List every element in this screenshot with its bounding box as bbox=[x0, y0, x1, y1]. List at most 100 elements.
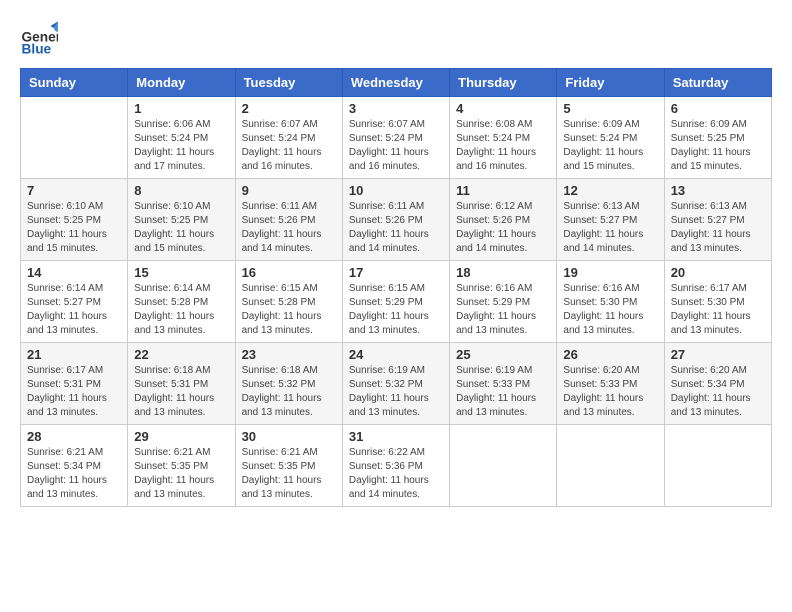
day-info: Sunrise: 6:10 AMSunset: 5:25 PMDaylight:… bbox=[27, 200, 121, 256]
calendar-cell: 13Sunrise: 6:13 AMSunset: 5:27 PMDayligh… bbox=[664, 179, 771, 261]
day-info: Sunrise: 6:18 AMSunset: 5:32 PMDaylight:… bbox=[242, 364, 336, 420]
day-number: 12 bbox=[563, 183, 657, 198]
day-info: Sunrise: 6:22 AMSunset: 5:36 PMDaylight:… bbox=[349, 446, 443, 502]
day-info: Sunrise: 6:16 AMSunset: 5:30 PMDaylight:… bbox=[563, 282, 657, 338]
day-info: Sunrise: 6:19 AMSunset: 5:33 PMDaylight:… bbox=[456, 364, 550, 420]
calendar-cell: 3 Sunrise: 6:07 AMSunset: 5:24 PMDaylight… bbox=[342, 97, 449, 179]
day-number: 8 bbox=[134, 183, 228, 198]
calendar-cell: 23 Sunrise: 6:18 AMSunset: 5:32 PMDayligh… bbox=[235, 343, 342, 425]
day-number: 20 bbox=[671, 265, 765, 280]
calendar-cell: 22 Sunrise: 6:18 AMSunset: 5:31 PMDayligh… bbox=[128, 343, 235, 425]
calendar-cell: 30 Sunrise: 6:21 AMSunset: 5:35 PMDayligh… bbox=[235, 425, 342, 507]
day-number: 6 bbox=[671, 101, 765, 116]
header-thursday: Thursday bbox=[450, 69, 557, 97]
calendar-cell: 7 Sunrise: 6:10 AMSunset: 5:25 PMDaylight… bbox=[21, 179, 128, 261]
calendar-cell: 28 Sunrise: 6:21 AMSunset: 5:34 PMDayligh… bbox=[21, 425, 128, 507]
day-number: 16 bbox=[242, 265, 336, 280]
day-info: Sunrise: 6:07 AMSunset: 5:24 PMDaylight:… bbox=[242, 118, 336, 174]
calendar-cell: 19 Sunrise: 6:16 AMSunset: 5:30 PMDayligh… bbox=[557, 261, 664, 343]
day-number: 14 bbox=[27, 265, 121, 280]
day-number: 9 bbox=[242, 183, 336, 198]
day-number: 18 bbox=[456, 265, 550, 280]
day-number: 7 bbox=[27, 183, 121, 198]
calendar-cell: 16 Sunrise: 6:15 AMSunset: 5:28 PMDayligh… bbox=[235, 261, 342, 343]
day-info: Sunrise: 6:11 AMSunset: 5:26 PMDaylight:… bbox=[349, 200, 443, 256]
day-number: 15 bbox=[134, 265, 228, 280]
day-info: Sunrise: 6:06 AMSunset: 5:24 PMDaylight:… bbox=[134, 118, 228, 174]
logo-icon: General Blue bbox=[20, 20, 58, 58]
calendar-cell: 27 Sunrise: 6:20 AMSunset: 5:34 PMDayligh… bbox=[664, 343, 771, 425]
calendar-cell: 25Sunrise: 6:19 AMSunset: 5:33 PMDayligh… bbox=[450, 343, 557, 425]
calendar-cell: 15 Sunrise: 6:14 AMSunset: 5:28 PMDayligh… bbox=[128, 261, 235, 343]
day-number: 5 bbox=[563, 101, 657, 116]
calendar-cell: 31 Sunrise: 6:22 AMSunset: 5:36 PMDayligh… bbox=[342, 425, 449, 507]
calendar-cell bbox=[450, 425, 557, 507]
day-number: 10 bbox=[349, 183, 443, 198]
day-info: Sunrise: 6:08 AMSunset: 5:24 PMDaylight:… bbox=[456, 118, 550, 174]
day-number: 26 bbox=[563, 347, 657, 362]
calendar-cell: 18 Sunrise: 6:16 AMSunset: 5:29 PMDayligh… bbox=[450, 261, 557, 343]
calendar-cell bbox=[664, 425, 771, 507]
day-info: Sunrise: 6:20 AMSunset: 5:34 PMDaylight:… bbox=[671, 364, 765, 420]
day-info: Sunrise: 6:16 AMSunset: 5:29 PMDaylight:… bbox=[456, 282, 550, 338]
calendar-cell: 20 Sunrise: 6:17 AMSunset: 5:30 PMDayligh… bbox=[664, 261, 771, 343]
day-info: Sunrise: 6:19 AMSunset: 5:32 PMDaylight:… bbox=[349, 364, 443, 420]
calendar-cell: 14 Sunrise: 6:14 AMSunset: 5:27 PMDayligh… bbox=[21, 261, 128, 343]
header-row: SundayMondayTuesdayWednesdayThursdayFrid… bbox=[21, 69, 772, 97]
day-info: Sunrise: 6:18 AMSunset: 5:31 PMDaylight:… bbox=[134, 364, 228, 420]
calendar-cell: 10 Sunrise: 6:11 AMSunset: 5:26 PMDayligh… bbox=[342, 179, 449, 261]
day-info: Sunrise: 6:09 AMSunset: 5:25 PMDaylight:… bbox=[671, 118, 765, 174]
calendar-cell: 5 Sunrise: 6:09 AMSunset: 5:24 PMDaylight… bbox=[557, 97, 664, 179]
calendar-table: SundayMondayTuesdayWednesdayThursdayFrid… bbox=[20, 68, 772, 507]
page-header: General Blue bbox=[20, 20, 772, 58]
day-info: Sunrise: 6:15 AMSunset: 5:28 PMDaylight:… bbox=[242, 282, 336, 338]
day-info: Sunrise: 6:21 AMSunset: 5:34 PMDaylight:… bbox=[27, 446, 121, 502]
calendar-header: SundayMondayTuesdayWednesdayThursdayFrid… bbox=[21, 69, 772, 97]
day-number: 13 bbox=[671, 183, 765, 198]
day-info: Sunrise: 6:12 AMSunset: 5:26 PMDaylight:… bbox=[456, 200, 550, 256]
day-number: 21 bbox=[27, 347, 121, 362]
calendar-week-3: 14 Sunrise: 6:14 AMSunset: 5:27 PMDayligh… bbox=[21, 261, 772, 343]
day-number: 19 bbox=[563, 265, 657, 280]
day-info: Sunrise: 6:10 AMSunset: 5:25 PMDaylight:… bbox=[134, 200, 228, 256]
day-number: 29 bbox=[134, 429, 228, 444]
calendar-cell bbox=[557, 425, 664, 507]
day-number: 28 bbox=[27, 429, 121, 444]
day-number: 3 bbox=[349, 101, 443, 116]
day-number: 24 bbox=[349, 347, 443, 362]
calendar-body: 1 Sunrise: 6:06 AMSunset: 5:24 PMDaylight… bbox=[21, 97, 772, 507]
day-number: 22 bbox=[134, 347, 228, 362]
day-number: 27 bbox=[671, 347, 765, 362]
calendar-cell: 6 Sunrise: 6:09 AMSunset: 5:25 PMDaylight… bbox=[664, 97, 771, 179]
calendar-cell: 26Sunrise: 6:20 AMSunset: 5:33 PMDayligh… bbox=[557, 343, 664, 425]
header-friday: Friday bbox=[557, 69, 664, 97]
day-number: 23 bbox=[242, 347, 336, 362]
day-info: Sunrise: 6:13 AMSunset: 5:27 PMDaylight:… bbox=[563, 200, 657, 256]
day-number: 2 bbox=[242, 101, 336, 116]
calendar-cell: 4 Sunrise: 6:08 AMSunset: 5:24 PMDaylight… bbox=[450, 97, 557, 179]
calendar-cell: 12 Sunrise: 6:13 AMSunset: 5:27 PMDayligh… bbox=[557, 179, 664, 261]
day-number: 1 bbox=[134, 101, 228, 116]
day-info: Sunrise: 6:21 AMSunset: 5:35 PMDaylight:… bbox=[242, 446, 336, 502]
calendar-cell: 8 Sunrise: 6:10 AMSunset: 5:25 PMDaylight… bbox=[128, 179, 235, 261]
day-info: Sunrise: 6:07 AMSunset: 5:24 PMDaylight:… bbox=[349, 118, 443, 174]
day-info: Sunrise: 6:21 AMSunset: 5:35 PMDaylight:… bbox=[134, 446, 228, 502]
logo: General Blue bbox=[20, 20, 58, 58]
day-info: Sunrise: 6:09 AMSunset: 5:24 PMDaylight:… bbox=[563, 118, 657, 174]
day-number: 30 bbox=[242, 429, 336, 444]
calendar-week-4: 21Sunrise: 6:17 AMSunset: 5:31 PMDayligh… bbox=[21, 343, 772, 425]
header-tuesday: Tuesday bbox=[235, 69, 342, 97]
calendar-cell bbox=[21, 97, 128, 179]
day-info: Sunrise: 6:14 AMSunset: 5:28 PMDaylight:… bbox=[134, 282, 228, 338]
header-wednesday: Wednesday bbox=[342, 69, 449, 97]
header-sunday: Sunday bbox=[21, 69, 128, 97]
day-number: 31 bbox=[349, 429, 443, 444]
calendar-week-5: 28 Sunrise: 6:21 AMSunset: 5:34 PMDayligh… bbox=[21, 425, 772, 507]
calendar-cell: 29 Sunrise: 6:21 AMSunset: 5:35 PMDayligh… bbox=[128, 425, 235, 507]
calendar-cell: 24 Sunrise: 6:19 AMSunset: 5:32 PMDayligh… bbox=[342, 343, 449, 425]
day-number: 4 bbox=[456, 101, 550, 116]
calendar-cell: 1 Sunrise: 6:06 AMSunset: 5:24 PMDaylight… bbox=[128, 97, 235, 179]
day-number: 11 bbox=[456, 183, 550, 198]
day-info: Sunrise: 6:14 AMSunset: 5:27 PMDaylight:… bbox=[27, 282, 121, 338]
day-info: Sunrise: 6:17 AMSunset: 5:30 PMDaylight:… bbox=[671, 282, 765, 338]
